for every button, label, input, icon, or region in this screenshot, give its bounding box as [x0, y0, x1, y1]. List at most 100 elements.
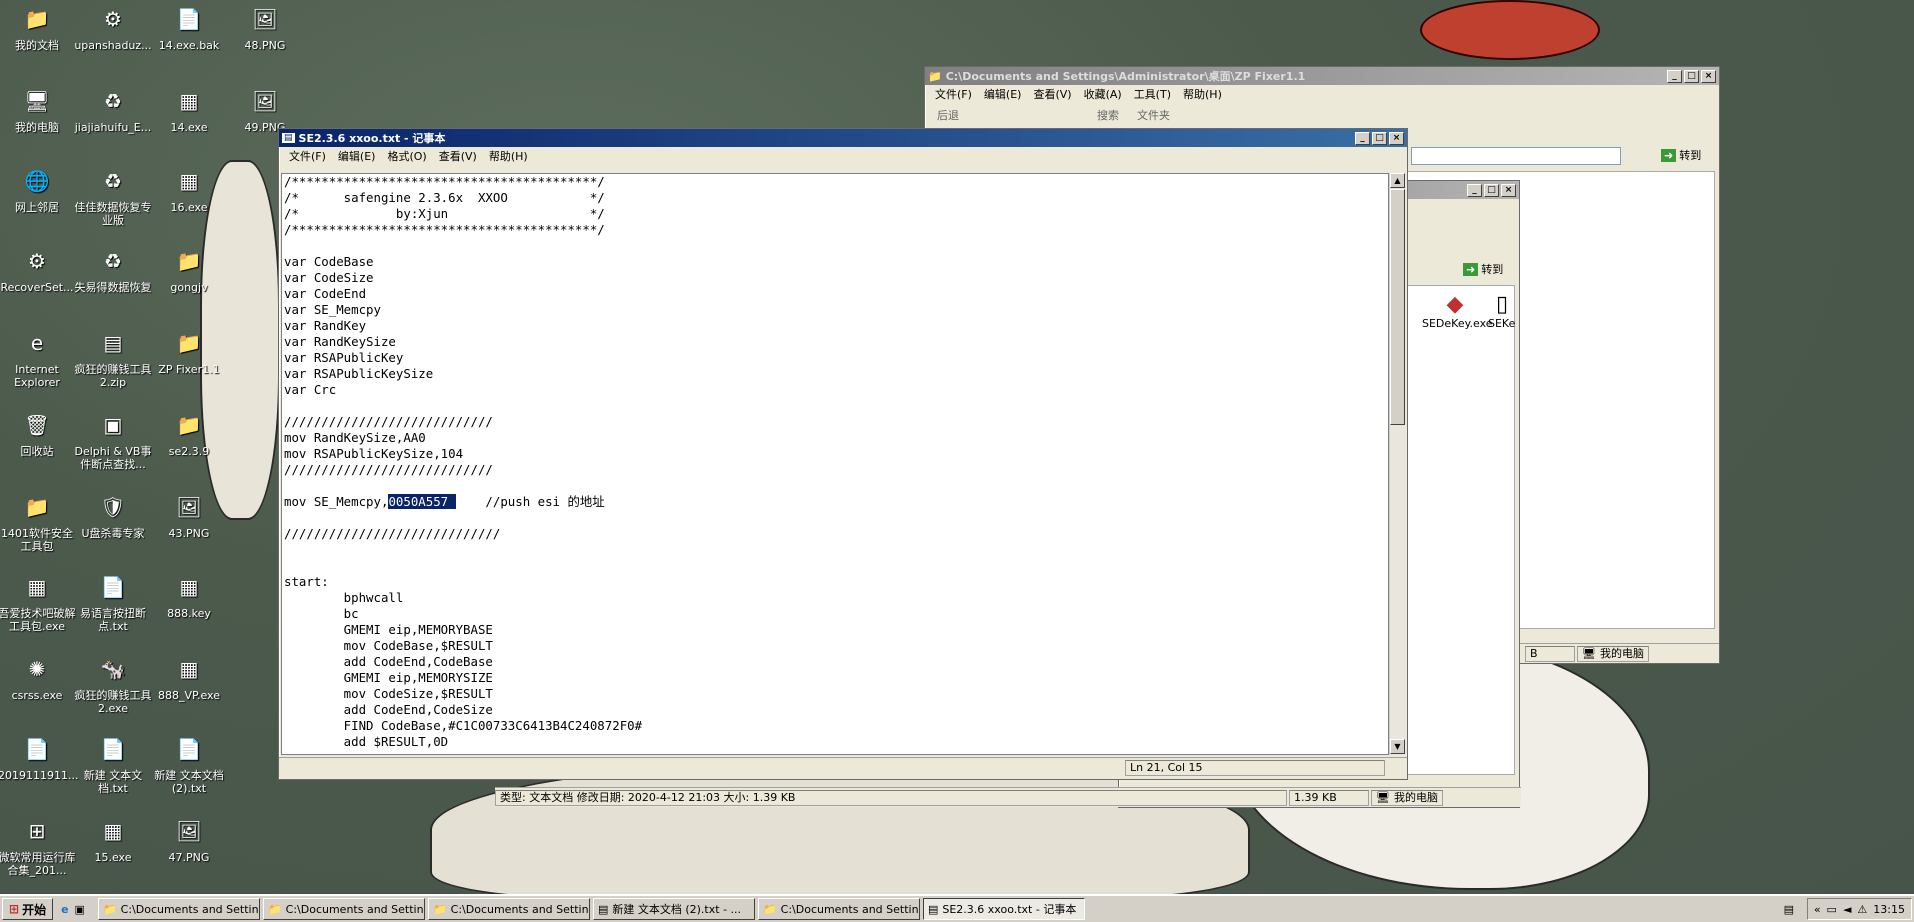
- desktop-icon[interactable]: ▦ 14.exe: [150, 84, 228, 135]
- text-line: /***************************************…: [284, 174, 605, 189]
- desktop-icon[interactable]: ▦ 888.key: [150, 570, 228, 621]
- taskbar-task-button[interactable]: 📁 C:\Documents and Settin...: [262, 898, 425, 920]
- maximize-button[interactable]: □: [1372, 131, 1387, 145]
- computer-icon: 🖥: [24, 88, 50, 113]
- address-go-button[interactable]: ➜ 转到: [1463, 261, 1503, 277]
- menu-favorites[interactable]: 收藏(A): [1078, 86, 1128, 102]
- close-button[interactable]: ×: [1389, 131, 1404, 145]
- desktop-icon[interactable]: 🖥 我的电脑: [0, 84, 76, 135]
- tray-expand-icon[interactable]: «: [1814, 903, 1821, 916]
- notepad-window[interactable]: ▤ SE2.3.6 xxoo.txt - 记事本 _ □ × 文件(F) 编辑(…: [278, 128, 1408, 780]
- desktop-icon[interactable]: 📁 我的文档: [0, 2, 76, 53]
- menu-help[interactable]: 帮助(H): [483, 148, 534, 164]
- desktop-icon[interactable]: 📁 1401软件安全工具包: [0, 490, 76, 554]
- maximize-button[interactable]: □: [1484, 183, 1499, 197]
- desktop-icon[interactable]: ▦ 888_VP.exe: [150, 652, 228, 703]
- desktop-icon[interactable]: 📁 gongjv: [150, 244, 228, 295]
- desktop-icon-label: 新建 文本文档 (2).txt: [154, 769, 224, 795]
- desktop-icon[interactable]: 🖼 49.PNG: [226, 84, 304, 135]
- desktop-icon-label: 16.exe: [170, 201, 208, 214]
- desktop-icon-label: 失易得数据恢复: [74, 281, 152, 294]
- menu-tools[interactable]: 工具(T): [1128, 86, 1177, 102]
- menu-help[interactable]: 帮助(H): [1177, 86, 1228, 102]
- desktop-icon[interactable]: 🖼 47.PNG: [150, 814, 228, 865]
- desktop-icon[interactable]: ♻ 失易得数据恢复: [74, 244, 152, 295]
- close-button[interactable]: ×: [1701, 69, 1716, 83]
- address-bar[interactable]: [1411, 147, 1621, 165]
- desktop-icon[interactable]: 🛡 U盘杀毒专家: [74, 490, 152, 541]
- desktop-icon[interactable]: ▤ 疯狂的赚钱工具2.zip: [74, 326, 152, 390]
- text-line: bc: [284, 606, 359, 621]
- menu-view[interactable]: 查看(V): [1027, 86, 1077, 102]
- network-icon[interactable]: ▭: [1827, 903, 1837, 916]
- desktop-icon[interactable]: ▣ Delphi & VB事件断点查找...: [74, 408, 152, 472]
- menu-edit[interactable]: 编辑(E): [978, 86, 1028, 102]
- menu-file[interactable]: 文件(F): [929, 86, 978, 102]
- desktop-icon[interactable]: 🌐 网上邻居: [0, 164, 76, 215]
- taskbar-task-button[interactable]: ▤ 新建 文本文档 (2).txt - ...: [592, 898, 755, 920]
- maximize-button[interactable]: □: [1684, 69, 1699, 83]
- minimize-button[interactable]: _: [1467, 183, 1482, 197]
- scroll-up-arrow-icon[interactable]: ▲: [1390, 173, 1405, 188]
- desktop-icon[interactable]: ▦ 16.exe: [150, 164, 228, 215]
- taskbar-task-button[interactable]: ▤ SE2.3.6 xxoo.txt - 记事本: [922, 898, 1085, 920]
- file-item[interactable]: ▯ SEKey: [1488, 292, 1516, 330]
- vertical-scrollbar[interactable]: ▲ ▼: [1389, 173, 1405, 755]
- file-icon: ▯: [1495, 292, 1509, 317]
- desktop-icon[interactable]: ✺ csrss.exe: [0, 652, 76, 703]
- desktop-icon[interactable]: ♻ 佳佳数据恢复专业版: [74, 164, 152, 228]
- folders-button[interactable]: 文件夹: [1137, 107, 1170, 123]
- desktop-icon[interactable]: 📄 2019111911...: [0, 732, 78, 783]
- desktop-icon[interactable]: 📄 14.exe.bak: [150, 2, 228, 53]
- desktop-icon[interactable]: 🗑 回收站: [0, 408, 76, 459]
- desktop-icon[interactable]: 🐄 疯狂的赚钱工具2.exe: [74, 652, 152, 716]
- start-button[interactable]: ⊞ 开始: [2, 898, 54, 920]
- menu-file[interactable]: 文件(F): [283, 148, 332, 164]
- text-line: var CodeBase: [284, 254, 374, 269]
- address-go-button[interactable]: ➜ 转到: [1661, 147, 1701, 163]
- volume-icon[interactable]: ◄: [1843, 903, 1851, 916]
- desktop-icon[interactable]: ▦ 吾爱技术吧破解工具包.exe: [0, 570, 76, 634]
- desktop-icon[interactable]: 📄 新建 文本文档 (2).txt: [150, 732, 228, 796]
- ie-quicklaunch-icon[interactable]: e: [61, 903, 68, 916]
- notepad-text-area[interactable]: /***************************************…: [281, 173, 1389, 755]
- desktop-icon[interactable]: 📁 ZP Fixer1.1: [150, 326, 228, 377]
- desktop-icon[interactable]: 📁 se2.3.9: [150, 408, 228, 459]
- desktop-icon[interactable]: ⊞ 微软常用运行库合集_201...: [0, 814, 76, 878]
- text-segment: //push esi 的地址: [455, 494, 605, 509]
- desktop-icon[interactable]: ⚙ upanshaduz...: [74, 2, 152, 53]
- desktop-icon-label: 佳佳数据恢复专业版: [74, 201, 152, 227]
- desktop-icon[interactable]: 🖼 43.PNG: [150, 490, 228, 541]
- close-button[interactable]: ×: [1501, 183, 1516, 197]
- text-line: [284, 238, 1388, 254]
- desktop-icon[interactable]: 📄 新建 文本文档.txt: [74, 732, 152, 796]
- desktop-icon[interactable]: ⚙ RecoverSet...: [0, 244, 76, 295]
- search-button[interactable]: 搜索: [1097, 107, 1119, 123]
- keyboard-layout-icon[interactable]: ▤: [1784, 903, 1794, 916]
- clock[interactable]: 13:15: [1873, 903, 1905, 916]
- desktop-quicklaunch-icon[interactable]: ▣: [75, 903, 85, 916]
- zip-icon: ▤: [103, 330, 123, 355]
- menu-view[interactable]: 查看(V): [433, 148, 483, 164]
- taskbar-task-button[interactable]: 📁 C:\Documents and Settin...: [427, 898, 590, 920]
- minimize-button[interactable]: _: [1355, 131, 1370, 145]
- menu-edit[interactable]: 编辑(E): [332, 148, 382, 164]
- taskbar-task-button[interactable]: 📁 C:\Documents and Settin...: [97, 898, 260, 920]
- minimize-button[interactable]: _: [1667, 69, 1682, 83]
- scroll-down-arrow-icon[interactable]: ▼: [1390, 739, 1405, 754]
- back-button[interactable]: 后退: [937, 107, 959, 123]
- desktop-icon[interactable]: e Internet Explorer: [0, 326, 76, 390]
- desktop-icon[interactable]: 🖼 48.PNG: [226, 2, 304, 53]
- folder-icon: 📁: [267, 902, 282, 916]
- desktop-icon[interactable]: ▦ 15.exe: [74, 814, 152, 865]
- taskbar-task-button[interactable]: 📁 C:\Documents and Settin...: [757, 898, 920, 920]
- desktop-icon[interactable]: 📄 易语言按扭断点.txt: [74, 570, 152, 634]
- desktop-icon[interactable]: ♻ jiajiahuifu_E...: [74, 84, 152, 135]
- menu-format[interactable]: 格式(O): [381, 148, 432, 164]
- notepad-titlebar[interactable]: ▤ SE2.3.6 xxoo.txt - 记事本 _ □ ×: [279, 129, 1407, 147]
- explorer-back-titlebar[interactable]: 📁 C:\Documents and Settings\Administrato…: [925, 67, 1719, 85]
- scroll-thumb[interactable]: [1390, 189, 1405, 425]
- windows-logo-icon: ⊞: [9, 902, 20, 916]
- security-icon[interactable]: ⚠: [1857, 903, 1867, 916]
- file-item[interactable]: ◆ SEDeKey.exe: [1422, 292, 1493, 330]
